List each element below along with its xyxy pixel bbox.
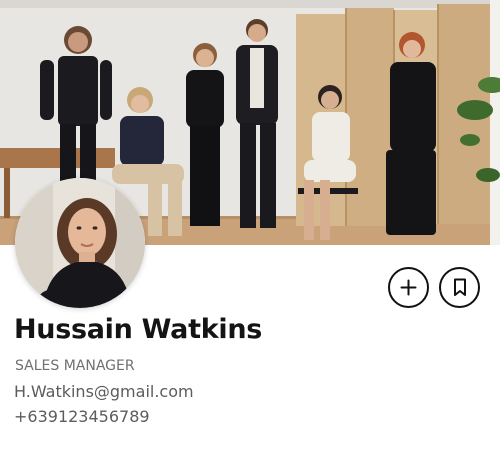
plus-icon (400, 279, 417, 296)
profile-role: SALES MANAGER (15, 358, 135, 374)
profile-card: Hussain Watkins SALES MANAGER H.Watkins@… (0, 0, 500, 466)
bookmark-button[interactable] (439, 267, 480, 308)
profile-email[interactable]: H.Watkins@gmail.com (14, 382, 194, 401)
profile-name: Hussain Watkins (14, 314, 263, 345)
bookmark-icon (453, 278, 467, 297)
profile-phone[interactable]: +639123456789 (14, 407, 150, 426)
add-button[interactable] (388, 267, 429, 308)
avatar (15, 178, 145, 308)
avatar-portrait (15, 178, 145, 308)
